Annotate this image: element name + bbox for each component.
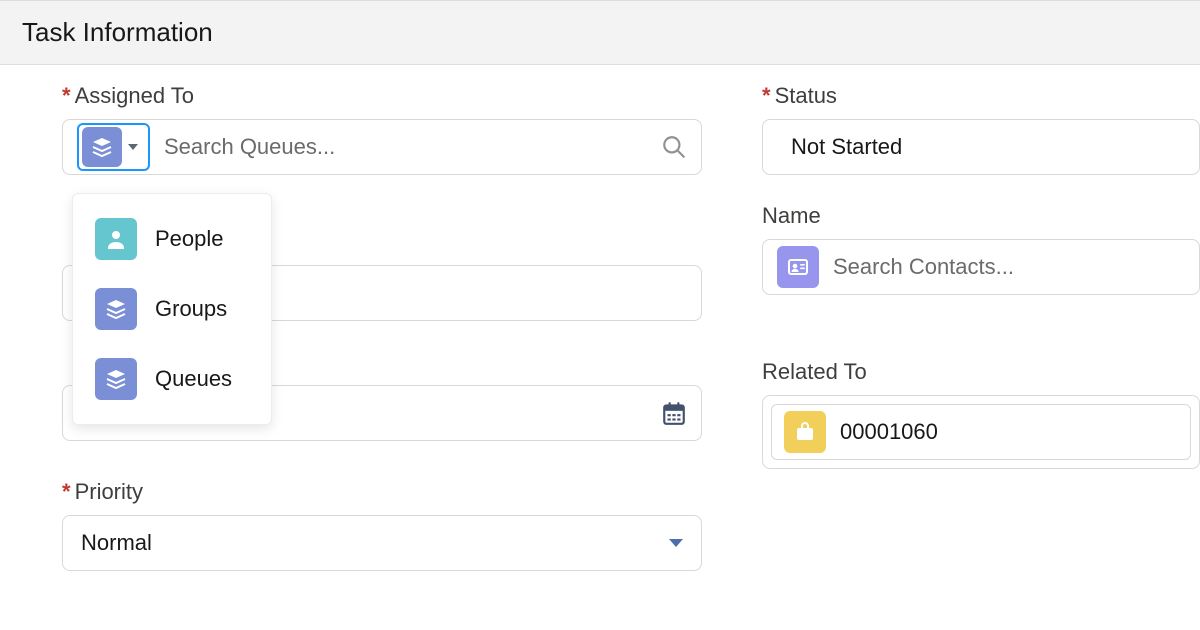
name-label: Name	[762, 203, 1200, 229]
status-value: Not Started	[791, 134, 902, 160]
status-label: Status	[762, 83, 1200, 109]
assigned-to-label: Assigned To	[62, 83, 702, 109]
contact-icon[interactable]	[777, 246, 819, 288]
assigned-to-search-input[interactable]	[164, 134, 647, 160]
chevron-down-icon	[669, 539, 683, 547]
type-option-groups[interactable]: Groups	[73, 274, 271, 344]
calendar-icon	[661, 400, 687, 426]
queue-icon	[82, 127, 122, 167]
priority-label: Priority	[62, 479, 702, 505]
name-search-input[interactable]	[833, 254, 1185, 280]
type-option-people[interactable]: People	[73, 204, 271, 274]
section-header: Task Information	[0, 0, 1200, 65]
search-icon	[661, 134, 687, 160]
related-to-field: Related To 00001060	[762, 359, 1200, 469]
type-option-label: Groups	[155, 296, 227, 322]
name-field: Name	[762, 203, 1200, 295]
related-to-control: 00001060	[762, 395, 1200, 469]
related-to-label: Related To	[762, 359, 1200, 385]
status-select[interactable]: Not Started	[762, 119, 1200, 175]
type-option-queues[interactable]: Queues	[73, 344, 271, 414]
right-column: Status Not Started Name Related To	[762, 83, 1200, 599]
related-to-value: 00001060	[840, 419, 938, 445]
assigned-to-type-selector[interactable]	[77, 123, 150, 171]
priority-select[interactable]: Normal	[62, 515, 702, 571]
status-field: Status Not Started	[762, 83, 1200, 175]
priority-value: Normal	[81, 530, 152, 556]
form-area: Assigned To People	[0, 65, 1200, 599]
priority-field: Priority Normal	[62, 479, 702, 571]
assigned-to-type-menu: People Groups Queues	[72, 193, 272, 425]
type-option-label: Queues	[155, 366, 232, 392]
queues-icon	[95, 358, 137, 400]
name-control	[762, 239, 1200, 295]
type-option-label: People	[155, 226, 224, 252]
left-column: Assigned To People	[62, 83, 702, 599]
assigned-to-control	[62, 119, 702, 175]
related-to-pill[interactable]: 00001060	[771, 404, 1191, 460]
assigned-to-field: Assigned To	[62, 83, 702, 175]
people-icon	[95, 218, 137, 260]
case-icon	[784, 411, 826, 453]
chevron-down-icon	[128, 144, 138, 150]
section-title: Task Information	[22, 17, 1178, 48]
groups-icon	[95, 288, 137, 330]
